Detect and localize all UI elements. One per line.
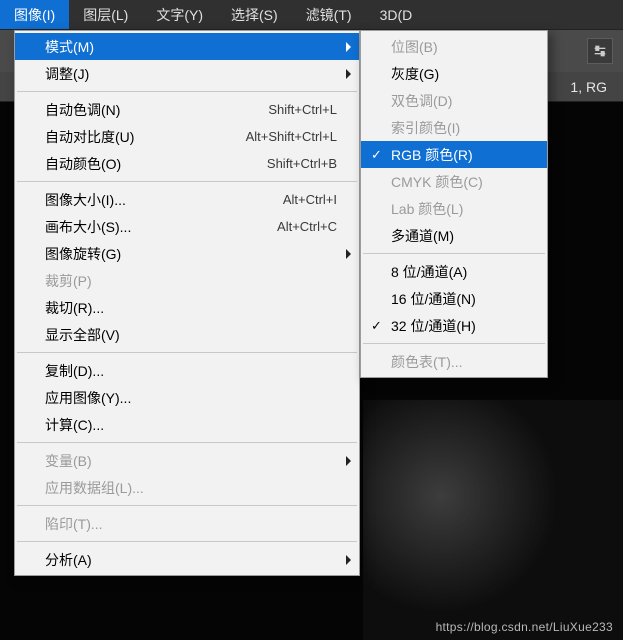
image-menu-item[interactable]: 图像旋转(G) (15, 240, 359, 267)
image-menu-item[interactable]: 应用图像(Y)... (15, 384, 359, 411)
menu-item-shortcut: Alt+Shift+Ctrl+L (246, 129, 337, 144)
mode-submenu: 位图(B) 灰度(G) 双色调(D) 索引颜色(I) ✓ RGB 颜色(R) CMYK 颜色… (360, 30, 548, 378)
mode-submenu-item[interactable]: ✓ RGB 颜色(R) (361, 141, 547, 168)
menu-separator (17, 541, 357, 542)
menubar-item-4[interactable]: 滤镜(T) (292, 0, 366, 29)
image-menu-item[interactable]: 模式(M) (15, 33, 359, 60)
menu-item-label: CMYK 颜色(C) (391, 172, 525, 192)
doc-label: 1, RG (570, 79, 607, 95)
menu-item-label: 显示全部(V) (45, 325, 337, 345)
menu-item-label: 应用图像(Y)... (45, 388, 337, 408)
menu-separator (17, 352, 357, 353)
mode-submenu-item[interactable]: 灰度(G) (361, 60, 547, 87)
menu-separator (17, 442, 357, 443)
menubar: 图像(I)图层(L)文字(Y)选择(S)滤镜(T)3D(D (0, 0, 623, 30)
menu-item-label: 分析(A) (45, 550, 337, 570)
image-menu-item[interactable]: 分析(A) (15, 546, 359, 573)
image-menu-item[interactable]: 画布大小(S)...Alt+Ctrl+C (15, 213, 359, 240)
chevron-right-icon (346, 249, 351, 259)
image-menu-item: 变量(B) (15, 447, 359, 474)
menu-separator (363, 253, 545, 254)
watermark: https://blog.csdn.net/LiuXue233 (436, 620, 613, 634)
image-menu-item[interactable]: 调整(J) (15, 60, 359, 87)
check-icon: ✓ (371, 147, 382, 163)
chevron-right-icon (346, 456, 351, 466)
menu-item-label: 32 位/通道(H) (391, 316, 525, 336)
mode-submenu-item[interactable]: 多通道(M) (361, 222, 547, 249)
menu-item-label: 复制(D)... (45, 361, 337, 381)
menu-item-label: 灰度(G) (391, 64, 525, 84)
image-content (363, 400, 623, 640)
mode-submenu-item[interactable]: ✓ 32 位/通道(H) (361, 312, 547, 339)
menu-item-label: 模式(M) (45, 37, 337, 57)
menu-item-label: 裁剪(P) (45, 271, 337, 291)
menu-item-label: 16 位/通道(N) (391, 289, 525, 309)
menu-item-label: 画布大小(S)... (45, 217, 277, 237)
menu-item-label: 自动对比度(U) (45, 127, 246, 147)
menu-item-label: 图像大小(I)... (45, 190, 283, 210)
mode-submenu-item: 颜色表(T)... (361, 348, 547, 375)
mode-submenu-item: 双色调(D) (361, 87, 547, 114)
menu-item-label: 图像旋转(G) (45, 244, 337, 264)
image-menu-item[interactable]: 图像大小(I)...Alt+Ctrl+I (15, 186, 359, 213)
menu-item-label: 自动颜色(O) (45, 154, 267, 174)
chevron-right-icon (346, 555, 351, 565)
image-menu-item[interactable]: 裁切(R)... (15, 294, 359, 321)
menu-item-label: 多通道(M) (391, 226, 525, 246)
mode-submenu-item: 索引颜色(I) (361, 114, 547, 141)
mode-submenu-item: 位图(B) (361, 33, 547, 60)
menu-item-shortcut: Shift+Ctrl+B (267, 156, 337, 171)
menu-item-label: 自动色调(N) (45, 100, 268, 120)
menu-item-label: Lab 颜色(L) (391, 199, 525, 219)
menubar-item-3[interactable]: 选择(S) (217, 0, 292, 29)
chevron-right-icon (346, 69, 351, 79)
menu-separator (17, 181, 357, 182)
mode-submenu-item[interactable]: 16 位/通道(N) (361, 285, 547, 312)
chevron-right-icon (346, 42, 351, 52)
mode-submenu-item[interactable]: 8 位/通道(A) (361, 258, 547, 285)
image-menu-item[interactable]: 显示全部(V) (15, 321, 359, 348)
mode-submenu-item: Lab 颜色(L) (361, 195, 547, 222)
menubar-item-2[interactable]: 文字(Y) (142, 0, 217, 29)
menubar-item-1[interactable]: 图层(L) (69, 0, 142, 29)
image-menu-dropdown: 模式(M)调整(J)自动色调(N)Shift+Ctrl+L自动对比度(U)Alt… (14, 30, 360, 576)
menu-separator (363, 343, 545, 344)
menu-item-label: RGB 颜色(R) (391, 145, 525, 165)
image-menu-item: 陷印(T)... (15, 510, 359, 537)
mode-submenu-item: CMYK 颜色(C) (361, 168, 547, 195)
menu-separator (17, 91, 357, 92)
menu-item-label: 位图(B) (391, 37, 525, 57)
menu-item-label: 裁切(R)... (45, 298, 337, 318)
menu-separator (17, 505, 357, 506)
menu-item-label: 变量(B) (45, 451, 337, 471)
menu-item-label: 索引颜色(I) (391, 118, 525, 138)
menu-item-label: 颜色表(T)... (391, 352, 525, 372)
menu-item-label: 应用数据组(L)... (45, 478, 337, 498)
check-icon: ✓ (371, 318, 382, 334)
menu-item-label: 陷印(T)... (45, 514, 337, 534)
menubar-item-0[interactable]: 图像(I) (0, 0, 69, 29)
image-menu-item[interactable]: 自动对比度(U)Alt+Shift+Ctrl+L (15, 123, 359, 150)
image-menu-item[interactable]: 自动颜色(O)Shift+Ctrl+B (15, 150, 359, 177)
menu-item-label: 8 位/通道(A) (391, 262, 525, 282)
menu-item-label: 计算(C)... (45, 415, 337, 435)
image-menu-item: 裁剪(P) (15, 267, 359, 294)
menubar-item-5[interactable]: 3D(D (366, 0, 427, 29)
settings-icon[interactable] (587, 38, 613, 64)
image-menu-item[interactable]: 复制(D)... (15, 357, 359, 384)
image-menu-item[interactable]: 自动色调(N)Shift+Ctrl+L (15, 96, 359, 123)
image-menu-item: 应用数据组(L)... (15, 474, 359, 501)
menu-item-shortcut: Alt+Ctrl+I (283, 192, 337, 207)
menu-item-shortcut: Alt+Ctrl+C (277, 219, 337, 234)
menu-item-label: 调整(J) (45, 64, 337, 84)
menu-item-shortcut: Shift+Ctrl+L (268, 102, 337, 117)
menu-item-label: 双色调(D) (391, 91, 525, 111)
image-menu-item[interactable]: 计算(C)... (15, 411, 359, 438)
